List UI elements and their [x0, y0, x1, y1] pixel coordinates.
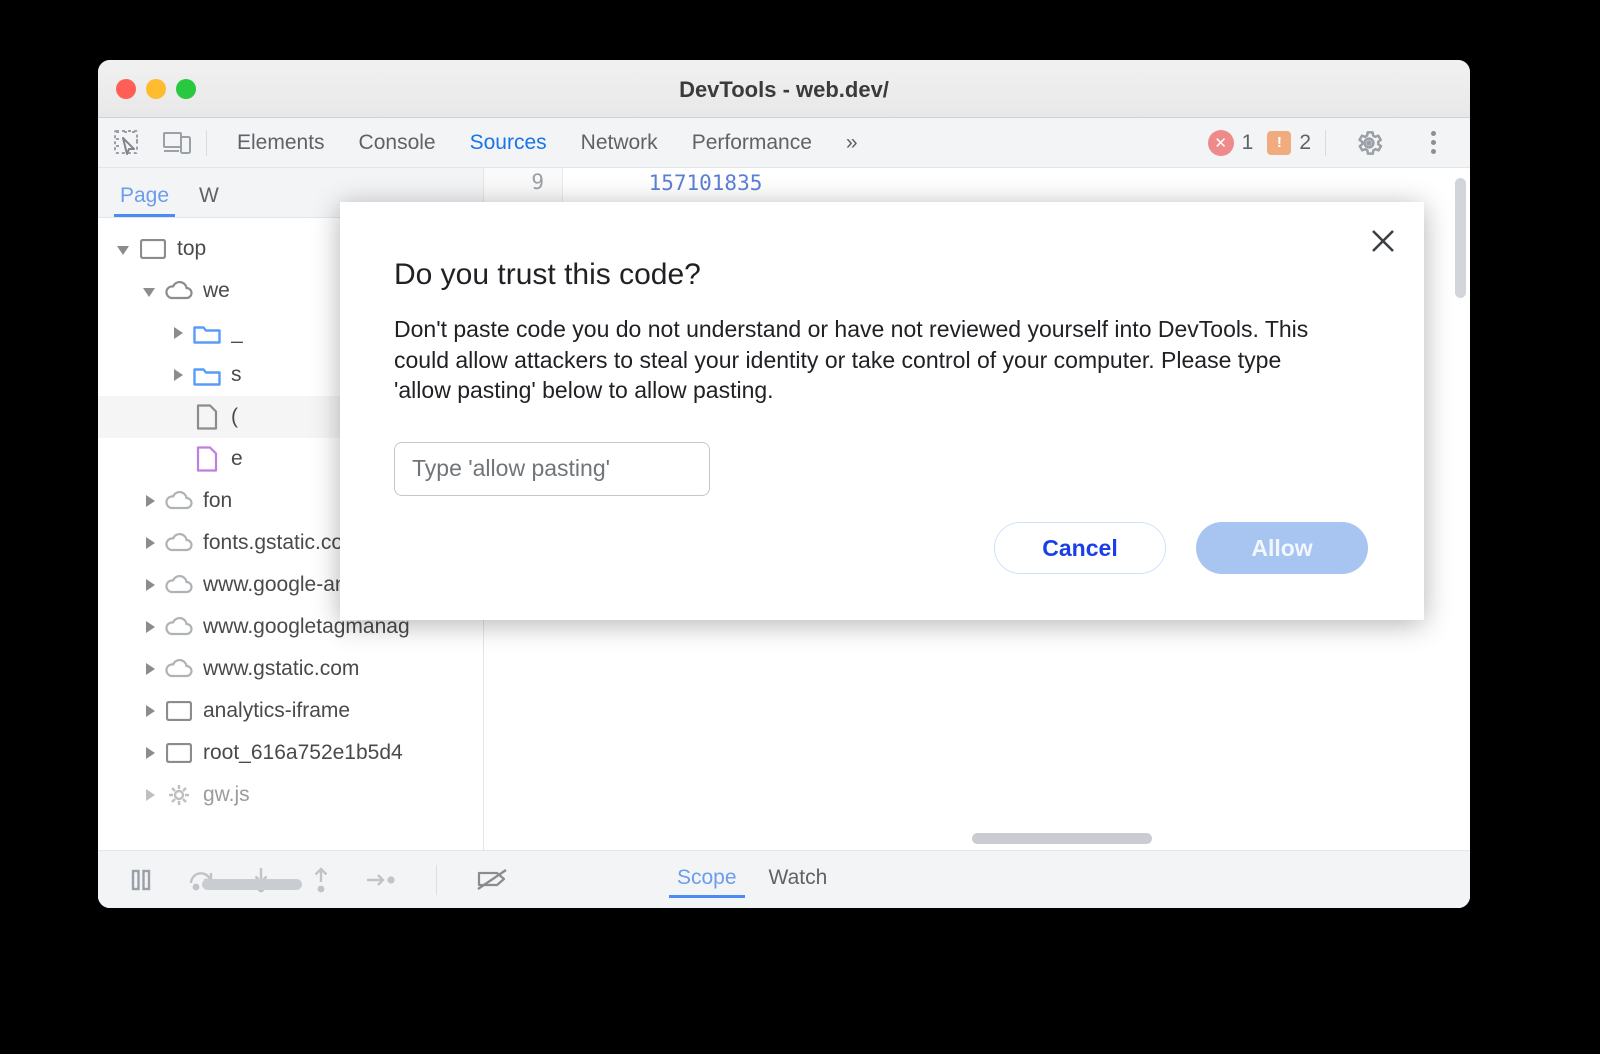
file-css-icon [192, 446, 222, 472]
allow-pasting-input[interactable] [394, 441, 710, 496]
tree-item-analytics-iframe[interactable]: analytics-iframe [98, 690, 483, 732]
chevron-right-icon[interactable] [142, 745, 158, 761]
tree-item-label: gw.js [203, 783, 250, 806]
no-chevron-icon [170, 451, 186, 467]
toolbar-divider-2 [1325, 129, 1326, 156]
error-count: 1 [1241, 130, 1254, 154]
tree-item-label: s [231, 363, 242, 386]
error-badge[interactable]: ✕ 1 [1207, 129, 1254, 156]
tree-item-gwjs[interactable]: gw.js [98, 774, 483, 816]
chevron-right-icon[interactable] [142, 577, 158, 593]
tab-workspace[interactable]: W [199, 184, 219, 217]
window-titlebar: DevTools - web.dev/ [98, 60, 1470, 118]
file-icon [192, 404, 222, 430]
chevron-right-icon[interactable] [170, 325, 186, 341]
allow-button[interactable]: Allow [1196, 522, 1368, 574]
tab-performance[interactable]: Performance [692, 131, 812, 155]
chevron-right-icon[interactable] [170, 367, 186, 383]
warning-count: 2 [1299, 130, 1311, 154]
more-tabs-chevron-icon[interactable]: » [846, 131, 858, 155]
dialog-actions: Cancel Allow [994, 522, 1368, 574]
tree-item-label: we [203, 279, 230, 302]
cloud-icon [164, 614, 194, 640]
tree-item-label: analytics-iframe [203, 699, 351, 722]
toolbar-right-group: ✕ 1 ! 2 [1207, 126, 1470, 160]
chevron-right-icon[interactable] [142, 619, 158, 635]
tab-network[interactable]: Network [581, 131, 658, 155]
tab-console[interactable]: Console [359, 131, 436, 155]
tree-item-label: ( [231, 405, 238, 428]
folder-icon [192, 320, 222, 346]
code-line[interactable]: 9 157101835 [484, 168, 1456, 197]
cloud-icon [164, 656, 194, 682]
tab-elements[interactable]: Elements [237, 131, 325, 155]
editor-horizontal-scrollbar[interactable] [972, 833, 1152, 844]
warning-icon: ! [1267, 130, 1292, 155]
no-chevron-icon [170, 409, 186, 425]
navigator-horizontal-scrollbar[interactable] [202, 879, 302, 890]
tree-item-label: top [177, 237, 207, 260]
code-text: 157101835 [648, 170, 763, 195]
tab-scope[interactable]: Scope [669, 866, 745, 898]
dialog-title: Do you trust this code? [394, 258, 701, 291]
tree-item-root-frame[interactable]: root_616a752e1b5d4 [98, 732, 483, 774]
toolbar-divider [206, 129, 207, 156]
step-button[interactable] [364, 863, 398, 897]
cloud-icon [164, 530, 194, 556]
chevron-down-icon[interactable] [142, 283, 158, 299]
tree-item-label: www.gstatic.com [203, 657, 360, 680]
tab-watch[interactable]: Watch [769, 866, 828, 898]
tree-item-label: fon [203, 489, 233, 512]
dialog-content: Do you trust this code? Don't paste code… [340, 202, 1424, 496]
panel-tabs: Elements Console Sources Network Perform… [237, 131, 858, 155]
drawer-divider [436, 864, 437, 895]
debugger-controls [98, 863, 509, 897]
drawer-tabs: Scope Watch [669, 851, 828, 908]
gear-icon[interactable] [1348, 126, 1390, 160]
chevron-down-icon[interactable] [116, 241, 132, 257]
error-icon: ✕ [1207, 129, 1234, 156]
cloud-icon [164, 488, 194, 514]
gear-file-icon [164, 782, 194, 808]
debugger-drawer: Scope Watch [98, 850, 1470, 908]
cloud-icon [164, 278, 194, 304]
device-toolbar-icon[interactable] [156, 126, 198, 160]
frame-icon [138, 236, 168, 262]
deactivate-breakpoints-button[interactable] [475, 863, 509, 897]
dialog-body-text: Don't paste code you do not understand o… [394, 316, 1309, 404]
step-out-button[interactable] [304, 863, 338, 897]
tree-item-gstatic[interactable]: www.gstatic.com [98, 648, 483, 690]
inspect-element-icon[interactable] [106, 126, 148, 160]
close-icon[interactable] [1366, 224, 1400, 258]
kebab-menu-icon[interactable] [1412, 126, 1454, 160]
tab-sources[interactable]: Sources [470, 131, 547, 155]
screen: DevTools - web.dev/ Elements Console Sou… [0, 0, 1600, 1054]
tree-item-label: root_616a752e1b5d4 [203, 741, 403, 764]
pause-resume-button[interactable] [124, 863, 158, 897]
tree-item-label: e [231, 447, 243, 470]
cancel-button[interactable]: Cancel [994, 522, 1166, 574]
tab-page[interactable]: Page [113, 184, 176, 217]
line-number: 9 [484, 168, 562, 197]
chevron-right-icon[interactable] [142, 535, 158, 551]
chevron-right-icon[interactable] [142, 787, 158, 803]
frame-icon [164, 698, 194, 724]
tree-item-label: _ [231, 321, 243, 344]
cloud-icon [164, 572, 194, 598]
trust-code-dialog: Do you trust this code? Don't paste code… [340, 202, 1424, 620]
chevron-right-icon[interactable] [142, 493, 158, 509]
frame-icon [164, 740, 194, 766]
editor-vertical-scrollbar[interactable] [1455, 178, 1466, 298]
tree-item-label: fonts.gstatic.com [203, 531, 361, 554]
chevron-right-icon[interactable] [142, 661, 158, 677]
folder-icon [192, 362, 222, 388]
devtools-window: DevTools - web.dev/ Elements Console Sou… [98, 60, 1470, 908]
warning-badge[interactable]: ! 2 [1267, 130, 1311, 155]
devtools-toolbar: Elements Console Sources Network Perform… [98, 118, 1470, 168]
window-title: DevTools - web.dev/ [679, 77, 889, 102]
chevron-right-icon[interactable] [142, 703, 158, 719]
